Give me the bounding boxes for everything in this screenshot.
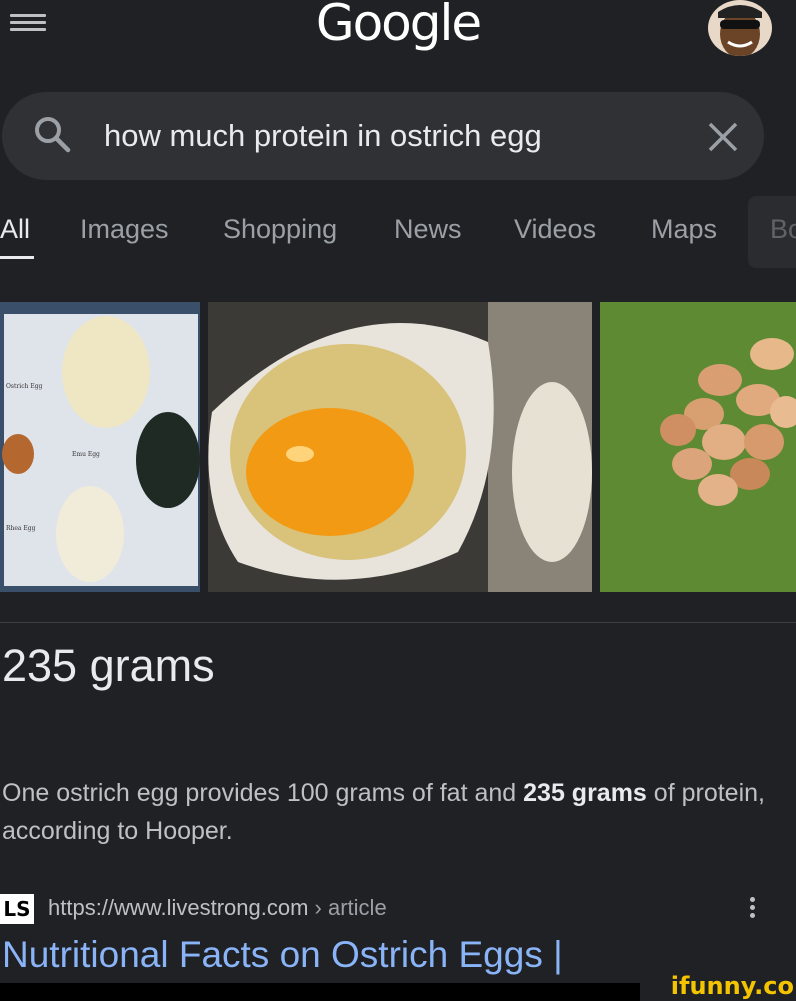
egg-label-ostrich: Ostrich Egg bbox=[6, 383, 43, 390]
snippet-text-before: One ostrich egg provides 100 grams of fa… bbox=[2, 779, 524, 807]
close-icon[interactable] bbox=[702, 116, 744, 158]
tab-label: Maps bbox=[651, 214, 718, 244]
result-url[interactable]: https://www.livestrong.com › article bbox=[48, 895, 387, 921]
result-title-link[interactable]: Nutritional Facts on Ostrich Eggs | bbox=[2, 934, 563, 976]
tab-images[interactable]: Images bbox=[80, 214, 169, 245]
egg-label-emu: Emu Egg bbox=[72, 451, 100, 458]
tab-label: News bbox=[394, 214, 462, 244]
tab-label: Bo bbox=[770, 214, 796, 244]
egg-label-rhea: Rhea Egg bbox=[6, 525, 36, 532]
google-logo[interactable]: Google bbox=[0, 0, 796, 52]
tab-all[interactable]: All bbox=[0, 214, 30, 245]
tab-news[interactable]: News bbox=[394, 214, 462, 245]
account-avatar[interactable] bbox=[708, 0, 772, 56]
result-url-breadcrumb: › article bbox=[308, 895, 387, 920]
image-result-egg-comparison[interactable]: Ostrich Egg Emu Egg Rhea Egg bbox=[0, 302, 200, 592]
more-vert-icon[interactable] bbox=[744, 894, 760, 926]
top-bar: Google bbox=[0, 0, 796, 70]
tab-label: Images bbox=[80, 214, 169, 244]
result-url-host: https://www.livestrong.com bbox=[48, 895, 309, 920]
result-source: LS https://www.livestrong.com › article bbox=[0, 892, 796, 928]
site-favicon: LS bbox=[0, 894, 34, 924]
search-box[interactable] bbox=[2, 92, 764, 180]
tab-shopping[interactable]: Shopping bbox=[223, 214, 337, 245]
tab-books-partial[interactable]: Bo bbox=[748, 196, 796, 268]
search-tabs: All Images Shopping News Videos Maps Bo bbox=[0, 196, 796, 268]
search-icon[interactable] bbox=[32, 114, 72, 154]
tab-maps[interactable]: Maps bbox=[651, 214, 717, 245]
image-result-eggs-on-grass[interactable] bbox=[600, 302, 796, 592]
bottom-strip bbox=[0, 983, 640, 1001]
image-results-strip: Ostrich Egg Emu Egg Rhea Egg bbox=[0, 302, 796, 592]
featured-answer: 235 grams bbox=[2, 640, 215, 691]
snippet-text-bold: 235 grams bbox=[523, 779, 647, 807]
featured-snippet-text: One ostrich egg provides 100 grams of fa… bbox=[2, 774, 782, 850]
tab-label: Shopping bbox=[223, 214, 338, 244]
search-input[interactable] bbox=[104, 92, 664, 180]
tab-videos[interactable]: Videos bbox=[514, 214, 596, 245]
tab-label: Videos bbox=[514, 214, 597, 244]
active-tab-indicator bbox=[0, 256, 34, 259]
section-divider bbox=[0, 622, 796, 623]
image-result-cracked-egg[interactable] bbox=[208, 302, 592, 592]
watermark-logo: ifunny.co bbox=[670, 972, 794, 1000]
tab-label: All bbox=[0, 214, 31, 244]
